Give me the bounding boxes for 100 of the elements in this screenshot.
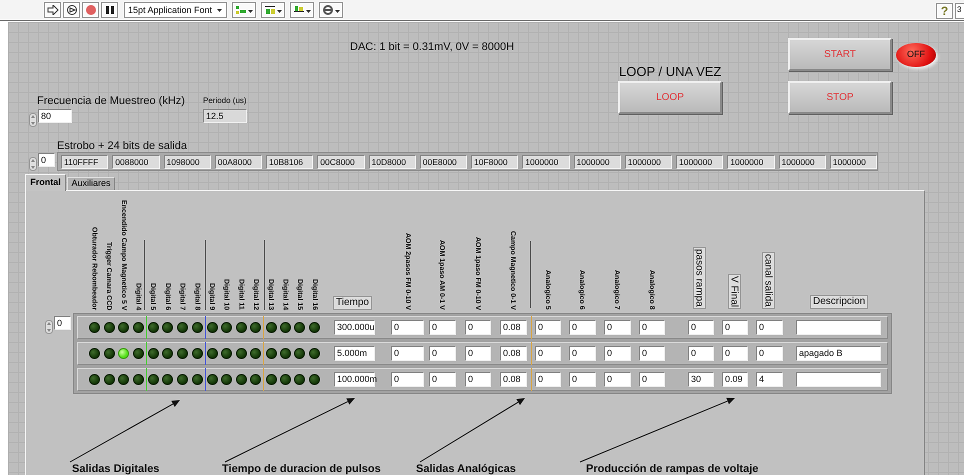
time-field[interactable]: 300.000u <box>334 320 375 335</box>
tab[interactable]: Frontal <box>25 174 66 191</box>
led[interactable] <box>88 322 100 333</box>
led[interactable] <box>104 374 115 385</box>
value-field[interactable]: 0 <box>465 346 491 361</box>
led[interactable] <box>236 322 247 333</box>
time-field[interactable]: 100.000m <box>334 372 375 387</box>
description-field[interactable] <box>796 372 881 387</box>
led[interactable] <box>294 374 306 385</box>
value-field[interactable]: 0 <box>429 346 456 361</box>
led[interactable] <box>132 348 144 359</box>
value-field[interactable]: 0 <box>391 320 424 335</box>
value-field[interactable]: 0 <box>391 372 424 387</box>
increment-arrows[interactable] <box>45 320 53 334</box>
led[interactable] <box>132 374 144 385</box>
led[interactable] <box>148 348 160 359</box>
led[interactable] <box>309 322 320 333</box>
led[interactable] <box>192 374 203 385</box>
value-field[interactable]: 30 <box>688 372 714 387</box>
led[interactable] <box>250 322 262 333</box>
led[interactable] <box>206 322 218 333</box>
value-field[interactable]: 0 <box>535 372 561 387</box>
led[interactable] <box>294 322 306 333</box>
value-field[interactable]: 0 <box>604 372 631 387</box>
led[interactable] <box>236 348 247 359</box>
led[interactable] <box>162 322 174 333</box>
value-field[interactable]: 0 <box>604 346 631 361</box>
increment-arrows[interactable] <box>29 156 37 171</box>
led[interactable] <box>148 374 160 385</box>
led[interactable] <box>266 348 277 359</box>
value-field[interactable]: 0 <box>535 320 561 335</box>
value-field[interactable]: 0 <box>429 372 456 387</box>
led[interactable] <box>221 348 232 359</box>
value-field[interactable]: 0 <box>639 346 665 361</box>
value-field[interactable]: 0 <box>639 320 665 335</box>
led[interactable] <box>88 374 100 385</box>
font-dropdown[interactable]: 15pt Application Font <box>124 2 227 18</box>
value-field[interactable]: 0 <box>569 372 596 387</box>
value-field[interactable]: 0.09 <box>722 372 748 387</box>
led[interactable] <box>104 322 115 333</box>
led[interactable] <box>104 348 115 359</box>
led[interactable] <box>148 322 160 333</box>
array-index-field[interactable]: 0 <box>54 316 71 330</box>
led[interactable] <box>294 348 306 359</box>
tab[interactable]: Auxiliares <box>67 177 115 190</box>
value-field[interactable]: 0.08 <box>500 372 527 387</box>
led[interactable] <box>266 322 277 333</box>
led[interactable] <box>266 374 277 385</box>
value-field[interactable]: 0 <box>465 320 491 335</box>
value-field[interactable]: 0 <box>722 346 748 361</box>
value-field[interactable]: 0 <box>756 320 783 335</box>
align-objects-button[interactable] <box>232 2 256 18</box>
value-field[interactable]: 0 <box>569 320 596 335</box>
led[interactable] <box>221 374 232 385</box>
led[interactable] <box>176 374 188 385</box>
value-field[interactable]: 0 <box>429 320 456 335</box>
value-field[interactable]: 0 <box>688 346 714 361</box>
led[interactable] <box>250 374 262 385</box>
description-field[interactable] <box>796 320 881 335</box>
frequency-field[interactable]: 80 <box>38 109 72 123</box>
led[interactable] <box>176 348 188 359</box>
pause-button[interactable] <box>101 2 118 18</box>
value-field[interactable]: 4 <box>756 372 783 387</box>
help-button[interactable]: ? <box>936 3 953 19</box>
value-field[interactable]: 0.08 <box>500 346 527 361</box>
value-field[interactable]: 0 <box>391 346 424 361</box>
led[interactable] <box>236 374 247 385</box>
description-field[interactable]: apagado B <box>796 346 881 361</box>
value-field[interactable]: 0 <box>756 346 783 361</box>
led[interactable] <box>309 348 320 359</box>
value-field[interactable]: 0 <box>465 372 491 387</box>
led[interactable] <box>309 374 320 385</box>
led[interactable] <box>206 348 218 359</box>
led[interactable] <box>250 348 262 359</box>
time-field[interactable]: 5.000m <box>334 346 375 361</box>
led[interactable] <box>280 348 291 359</box>
resize-objects-button[interactable] <box>290 2 314 18</box>
led[interactable] <box>118 374 130 385</box>
value-field[interactable]: 0 <box>535 346 561 361</box>
led[interactable] <box>118 322 130 333</box>
led[interactable] <box>162 374 174 385</box>
led[interactable] <box>132 322 144 333</box>
led[interactable] <box>206 374 218 385</box>
led[interactable] <box>162 348 174 359</box>
run-continuously-button[interactable] <box>63 2 80 18</box>
increment-arrows[interactable] <box>29 112 37 127</box>
value-field[interactable]: 0.08 <box>500 320 527 335</box>
value-field[interactable]: 0 <box>722 320 748 335</box>
value-field[interactable]: 0 <box>569 346 596 361</box>
value-field[interactable]: 0 <box>639 372 665 387</box>
led[interactable] <box>192 322 203 333</box>
led[interactable] <box>221 322 232 333</box>
array-index-field[interactable]: 0 <box>38 153 55 167</box>
value-field[interactable]: 0 <box>604 320 631 335</box>
run-button[interactable] <box>44 2 61 18</box>
led[interactable] <box>280 322 291 333</box>
value-field[interactable]: 0 <box>688 320 714 335</box>
led[interactable] <box>192 348 203 359</box>
reorder-button[interactable] <box>319 2 343 18</box>
led[interactable] <box>280 374 291 385</box>
